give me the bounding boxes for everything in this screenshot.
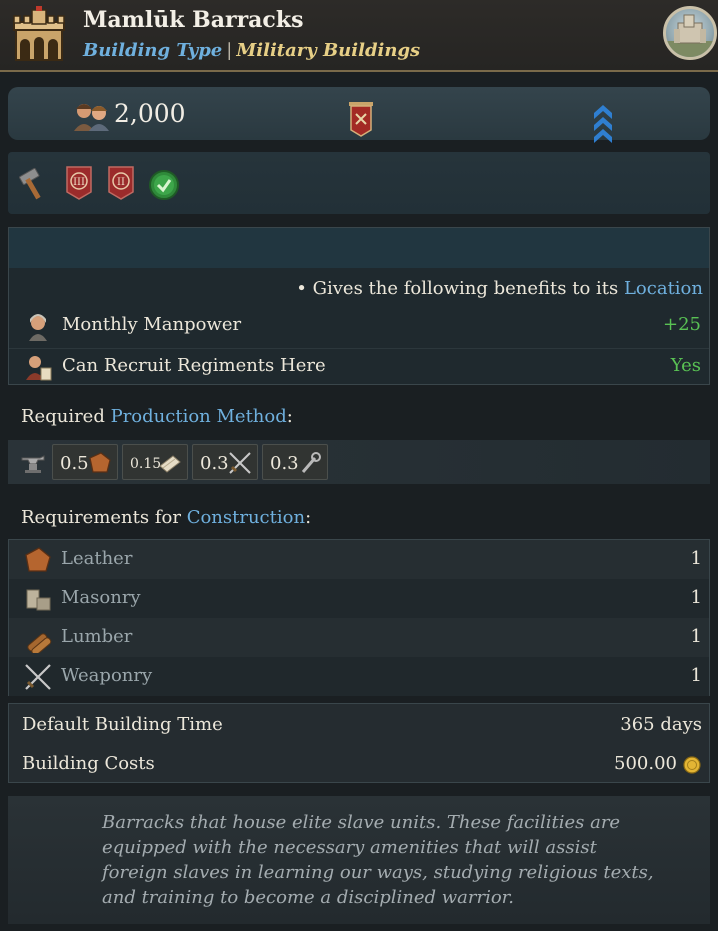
pm-good-amount: 0.3 bbox=[270, 453, 299, 474]
building-time-value: 365 days bbox=[620, 714, 702, 735]
pm-good-leather[interactable]: 0.5 bbox=[52, 444, 118, 480]
building-time-row: Default Building Time 365 days bbox=[9, 706, 709, 745]
roman-iii-badge-icon[interactable]: III bbox=[66, 166, 92, 200]
construction-good-qty: 1 bbox=[690, 587, 702, 608]
tools-icon bbox=[301, 452, 321, 473]
weaponry-icon bbox=[25, 664, 51, 690]
building-cost-value: 500.00 bbox=[614, 753, 677, 774]
red-banner-icon[interactable] bbox=[347, 102, 375, 138]
construction-row-weaponry[interactable]: Weaponry 1 bbox=[9, 657, 709, 696]
benefit-value: Yes bbox=[670, 355, 701, 376]
pm-good-paper[interactable]: 0.15 bbox=[122, 444, 188, 480]
building-title: Mamlūk Barracks bbox=[83, 7, 304, 33]
benefits-header-band bbox=[9, 228, 709, 268]
description-panel: Barracks that house elite slave units. T… bbox=[8, 796, 710, 924]
benefit-row-can-recruit[interactable]: Can Recruit Regiments Here Yes bbox=[9, 348, 709, 384]
green-check-icon[interactable] bbox=[148, 169, 180, 201]
construction-requirements-list: Leather 1 Masonry 1 Lumber 1 Weaponry 1 bbox=[8, 539, 710, 696]
production-method-link[interactable]: Production Method bbox=[111, 406, 287, 427]
pm-good-amount: 0.3 bbox=[200, 453, 229, 474]
pm-good-tools[interactable]: 0.3 bbox=[262, 444, 328, 480]
benefit-label: Can Recruit Regiments Here bbox=[62, 355, 326, 376]
building-description: Barracks that house elite slave units. T… bbox=[102, 812, 654, 908]
construction-good-label: Leather bbox=[61, 548, 133, 569]
benefits-intro: • Gives the following benefits to its Lo… bbox=[296, 278, 703, 299]
roman-ii-badge-icon[interactable]: II bbox=[108, 166, 134, 200]
blue-chevron-rank-icon[interactable] bbox=[592, 103, 614, 143]
benefits-panel: • Gives the following benefits to its Lo… bbox=[8, 227, 710, 385]
stats-bar: 2,000 bbox=[8, 87, 710, 143]
subtitle-separator: | bbox=[226, 40, 233, 61]
construction-good-qty: 1 bbox=[690, 626, 702, 647]
building-subtitle: Building Type | Military Buildings bbox=[83, 40, 420, 61]
hammer-icon[interactable] bbox=[16, 166, 50, 200]
construction-good-label: Masonry bbox=[61, 587, 141, 608]
build-time-cost-panel: Default Building Time 365 days Building … bbox=[8, 703, 710, 783]
construction-good-label: Weaponry bbox=[61, 665, 153, 686]
pm-good-weaponry[interactable]: 0.3 bbox=[192, 444, 258, 480]
recruit-scroll-icon bbox=[26, 356, 52, 381]
badge-ii-text: II bbox=[117, 177, 125, 188]
benefit-row-monthly-manpower[interactable]: Monthly Manpower +25 bbox=[9, 308, 709, 344]
construction-good-qty: 1 bbox=[690, 548, 702, 569]
construction-link[interactable]: Construction bbox=[187, 507, 305, 528]
lumber-icon bbox=[27, 633, 52, 653]
construction-label-prefix: Requirements for bbox=[21, 507, 181, 528]
castle-portrait-icon bbox=[663, 6, 717, 60]
construction-row-lumber[interactable]: Lumber 1 bbox=[9, 618, 709, 657]
production-label-suffix: : bbox=[286, 406, 293, 427]
construction-row-masonry[interactable]: Masonry 1 bbox=[9, 579, 709, 618]
tags-bar: III II bbox=[8, 152, 710, 214]
manpower-value: 2,000 bbox=[114, 99, 186, 128]
building-type-link[interactable]: Building Type bbox=[83, 40, 222, 61]
construction-label: Requirements for Construction: bbox=[21, 507, 311, 528]
badge-iii-text: III bbox=[73, 177, 85, 188]
benefit-value: +25 bbox=[663, 314, 701, 335]
soldier-portrait-icon bbox=[29, 314, 47, 341]
gold-coin-icon bbox=[683, 756, 701, 774]
tooltip-header: Mamlūk Barracks Building Type | Military B… bbox=[0, 0, 718, 72]
masonry-icon bbox=[26, 589, 51, 611]
construction-good-qty: 1 bbox=[690, 665, 702, 686]
castle-portrait-image bbox=[666, 14, 714, 57]
production-method-strip: 0.5 0.15 0.3 0.3 bbox=[8, 440, 710, 484]
construction-row-leather[interactable]: Leather 1 bbox=[9, 540, 709, 579]
production-method-label: Required Production Method: bbox=[21, 406, 293, 427]
weaponry-icon bbox=[229, 452, 251, 474]
building-cost-row: Building Costs 500.00 bbox=[9, 745, 709, 784]
building-time-label: Default Building Time bbox=[22, 714, 223, 735]
building-cost-label: Building Costs bbox=[22, 753, 155, 774]
location-link[interactable]: Location bbox=[624, 278, 703, 299]
construction-label-suffix: : bbox=[305, 507, 312, 528]
people-icon[interactable] bbox=[72, 101, 112, 131]
anvil-icon[interactable] bbox=[20, 450, 46, 474]
construction-good-label: Lumber bbox=[61, 626, 133, 647]
building-category: Military Buildings bbox=[236, 40, 421, 61]
paper-icon bbox=[159, 455, 181, 473]
leather-icon bbox=[25, 547, 51, 572]
leather-icon bbox=[89, 452, 111, 473]
benefit-label: Monthly Manpower bbox=[62, 314, 242, 335]
production-label-prefix: Required bbox=[21, 406, 105, 427]
pm-good-amount: 0.5 bbox=[60, 453, 89, 474]
benefits-intro-text: • Gives the following benefits to its bbox=[296, 278, 619, 299]
fortress-icon bbox=[13, 6, 65, 61]
